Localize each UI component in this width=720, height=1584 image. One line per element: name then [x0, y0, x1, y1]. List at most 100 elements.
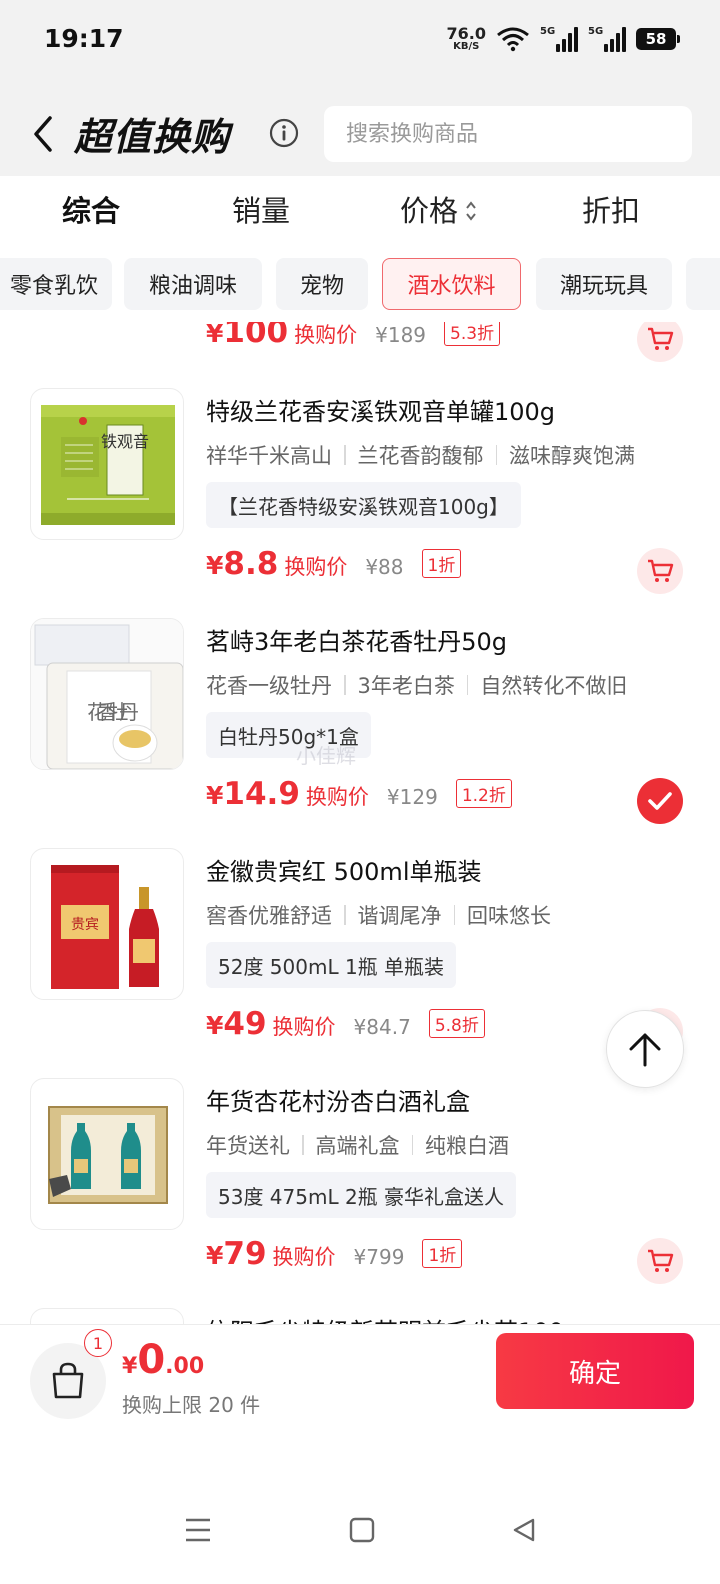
status-time: 19:17 — [44, 24, 124, 53]
exchange-price-label: 换购价 — [305, 785, 369, 809]
status-indicators: 76.0 KB/S 5G 5G 58 — [447, 24, 680, 54]
scroll-to-top-button[interactable] — [606, 1010, 684, 1088]
home-nav-button[interactable] — [342, 1510, 382, 1550]
product-list[interactable]: ¥100 换购价 ¥189 5.3折 铁观音 特级兰花香安溪铁观音单罐100g … — [0, 322, 720, 1324]
menu-nav-button[interactable] — [178, 1510, 218, 1550]
arrow-up-icon — [629, 1033, 661, 1067]
menu-icon — [186, 1518, 210, 1542]
exchange-price: ¥14.9 — [206, 776, 300, 812]
product-title[interactable]: 金徽贵宾红 500ml单瓶装 — [206, 852, 481, 887]
original-price: ¥84.7 — [353, 1015, 411, 1039]
chip-more[interactable] — [686, 258, 720, 310]
original-price: ¥129 — [386, 785, 438, 809]
product-spec[interactable]: 53度 475mL 2瓶 豪华礼盒送人 — [206, 1172, 517, 1218]
exchange-price-label: 换购价 — [294, 323, 358, 347]
exchange-price-label: 换购价 — [272, 1245, 336, 1269]
sort-arrows-icon — [466, 201, 476, 221]
product-tag: 回味悠长 — [467, 904, 551, 928]
exchange-price: ¥79 — [206, 1236, 267, 1272]
product-tag: 祥华千米高山 — [206, 444, 332, 468]
discount-badge: 5.8折 — [428, 1009, 485, 1038]
selected-check-button[interactable] — [637, 778, 683, 824]
product-image: 铁观音 — [30, 388, 184, 540]
product-tag: 滋味醇爽饱满 — [509, 444, 635, 468]
product-tags: 花香一级牡丹 3年老白茶 自然转化不做旧 — [206, 670, 627, 700]
back-nav-button[interactable] — [504, 1510, 544, 1550]
product-image — [30, 1078, 184, 1230]
add-to-cart-button[interactable] — [637, 1238, 683, 1284]
tab-price[interactable]: 价格 — [400, 188, 478, 230]
battery-level: 58 — [636, 28, 676, 50]
price-row: ¥100 换购价 ¥189 5.3折 — [206, 322, 501, 350]
info-icon[interactable] — [268, 117, 300, 149]
wifi-icon — [497, 27, 529, 52]
product-tags: 窖香优雅舒适 谐调尾净 回味悠长 — [206, 900, 551, 930]
exchange-price: ¥49 — [206, 1006, 267, 1042]
liquor-bottle-image: 贵宾 — [51, 865, 159, 989]
page: 19:17 76.0 KB/S 5G 5G 58 超值换购 搜索换购商品 综合 … — [0, 0, 720, 1584]
category-chips: 零食乳饮 粮油调味 宠物 酒水饮料 潮玩玩具 — [0, 246, 720, 322]
discount-badge: 5.3折 — [444, 322, 501, 346]
discount-badge: 1.2折 — [455, 779, 512, 808]
chip-toys[interactable]: 潮玩玩具 — [536, 258, 672, 310]
product-tag: 窖香优雅舒适 — [206, 904, 332, 928]
liquor-box-label: 贵宾 — [71, 917, 99, 933]
discount-badge: 1折 — [422, 1239, 463, 1268]
product-spec[interactable]: 52度 500mL 1瓶 单瓶装 — [206, 942, 457, 988]
total-integer: 0 — [137, 1337, 166, 1383]
product-title[interactable]: 年货杏花村汾杏白酒礼盒 — [206, 1082, 470, 1117]
chip-pets-label: 宠物 — [299, 274, 344, 299]
list-item[interactable]: 花香牡丹 茗峙3年老白茶花香牡丹50g 花香一级牡丹 3年老白茶 自然转化不做旧… — [0, 618, 720, 848]
square-icon — [349, 1517, 375, 1543]
product-image: 花香牡丹 — [30, 618, 184, 770]
signal-icon-2: 5G — [588, 26, 626, 52]
header: 超值换购 — [0, 80, 720, 176]
list-item[interactable]: 铁观音 特级兰花香安溪铁观音单罐100g 祥华千米高山 兰花香韵馥郁 滋味醇爽饱… — [0, 388, 720, 618]
chip-grain-oil[interactable]: 粮油调味 — [124, 258, 262, 310]
exchange-limit-text: 换购上限 20 件 — [122, 1393, 261, 1417]
product-title[interactable]: 信阳毛尖特级新茶明前毛尖茶100g — [206, 1312, 579, 1324]
chip-pets[interactable]: 宠物 — [276, 258, 368, 310]
list-item[interactable]: 年货杏花村汾杏白酒礼盒 年货送礼 高端礼盒 纯粮白酒 53度 475mL 2瓶 … — [0, 1078, 720, 1308]
chip-drinks-label: 酒水饮料 — [407, 274, 496, 299]
chip-toys-label: 潮玩玩具 — [559, 274, 648, 299]
chip-snacks-label: 零食乳饮 — [9, 274, 98, 299]
product-tag: 花香一级牡丹 — [206, 674, 332, 698]
confirm-button[interactable]: 确定 — [496, 1333, 694, 1409]
product-image: 贵宾 — [30, 848, 184, 1000]
product-tag: 年货送礼 — [206, 1134, 290, 1158]
tab-comprehensive[interactable]: 综合 — [62, 188, 120, 230]
tab-discount[interactable]: 折扣 — [582, 188, 640, 230]
cart-icon — [648, 1249, 674, 1272]
discount-badge: 1折 — [421, 549, 462, 578]
tea-can-label: 铁观音 — [101, 432, 149, 451]
exchange-price-label: 换购价 — [284, 555, 348, 579]
tab-sales[interactable]: 销量 — [232, 188, 290, 230]
system-nav-bar — [0, 1434, 720, 1584]
status-bar: 19:17 76.0 KB/S 5G 5G 58 — [0, 0, 720, 80]
exchange-price-label: 换购价 — [272, 1015, 336, 1039]
chip-snacks[interactable]: 零食乳饮 — [0, 258, 112, 310]
search-input[interactable] — [324, 106, 692, 162]
original-price: ¥799 — [353, 1245, 405, 1269]
network-speed-unit: KB/S — [453, 41, 480, 52]
product-tags: 年货送礼 高端礼盒 纯粮白酒 — [206, 1130, 509, 1160]
list-item[interactable]: ¥100 换购价 ¥189 5.3折 — [0, 322, 720, 386]
list-item[interactable]: 信阳毛尖特级新茶明前毛尖茶100g — [0, 1308, 720, 1324]
bottom-bar: 1 ¥ 0 .00 换购上限 20 件 确定 — [0, 1324, 720, 1434]
check-icon — [648, 792, 672, 810]
product-title[interactable]: 特级兰花香安溪铁观音单罐100g — [206, 392, 555, 427]
add-to-cart-button[interactable] — [637, 322, 683, 362]
watermark-text: 小佳辉 — [296, 744, 356, 768]
cart-count-badge: 1 — [84, 1329, 112, 1357]
product-title[interactable]: 茗峙3年老白茶花香牡丹50g — [206, 622, 507, 657]
tab-comprehensive-label: 综合 — [62, 194, 121, 228]
original-price: ¥88 — [365, 555, 404, 579]
tab-sales-label: 销量 — [232, 194, 291, 228]
tab-discount-label: 折扣 — [582, 194, 641, 228]
add-to-cart-button[interactable] — [637, 548, 683, 594]
back-icon[interactable] — [30, 114, 60, 154]
product-spec[interactable]: 【兰花香特级安溪铁观音100g】 — [206, 482, 521, 528]
chip-drinks[interactable]: 酒水饮料 — [382, 258, 521, 310]
total-currency: ¥ — [122, 1354, 138, 1379]
